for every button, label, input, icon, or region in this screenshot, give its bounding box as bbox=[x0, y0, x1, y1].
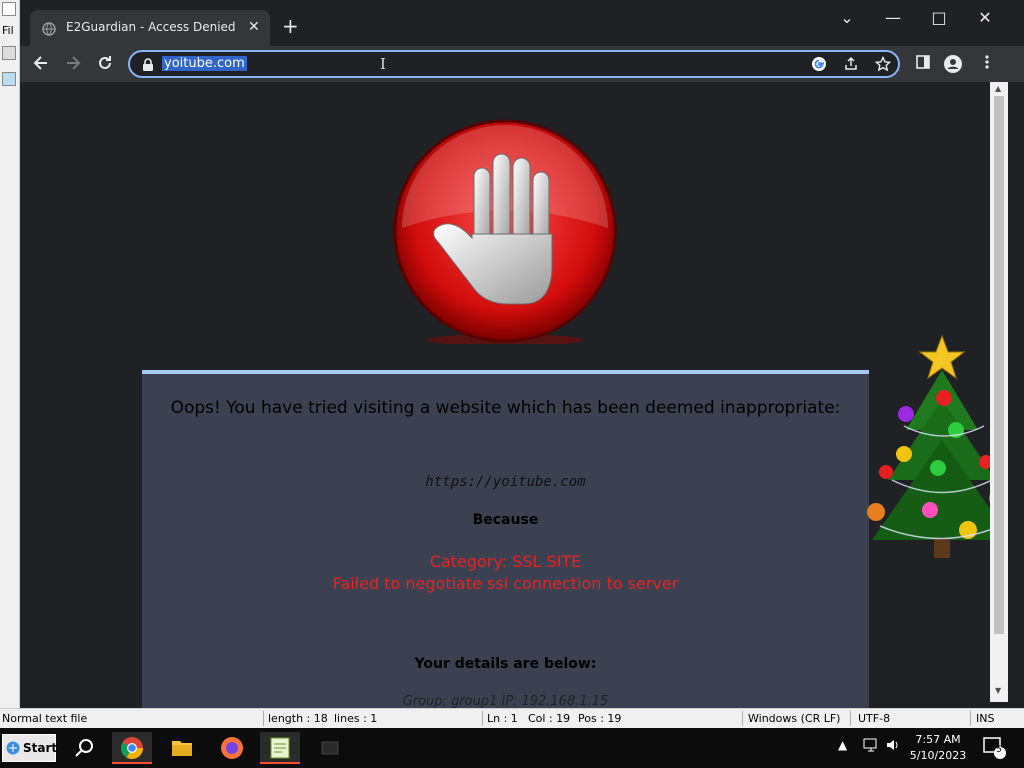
status-encoding: UTF-8 bbox=[858, 712, 891, 725]
details-line: Group: group1 IP: 192.168.1.15 bbox=[402, 694, 609, 708]
scrollbar-thumb[interactable] bbox=[994, 96, 1004, 634]
url-text[interactable]: yoitube.com bbox=[162, 56, 247, 71]
tab-active[interactable]: E2Guardian - Access Denied ✕ bbox=[30, 10, 270, 46]
browser-window: E2Guardian - Access Denied ✕ + ⌄ — □ ✕ y… bbox=[20, 0, 1024, 708]
block-reason: Failed to negotiate ssl connection to se… bbox=[332, 574, 679, 593]
notifications-icon[interactable]: 5 bbox=[982, 734, 1008, 766]
scroll-down-icon[interactable]: ▼ bbox=[995, 686, 1001, 695]
block-category: Category: SSL SITE bbox=[429, 552, 582, 571]
details-heading: Your details are below: bbox=[414, 656, 597, 672]
windows-logo-icon bbox=[6, 741, 20, 758]
tab-title: E2Guardian - Access Denied bbox=[66, 20, 236, 34]
file-menu[interactable]: Fil bbox=[2, 24, 14, 37]
forward-arrow-icon[interactable] bbox=[62, 54, 84, 76]
toolbar-icon[interactable] bbox=[2, 46, 16, 60]
tab-search-icon[interactable]: ⌄ bbox=[836, 8, 858, 30]
side-panel-icon[interactable] bbox=[912, 54, 934, 76]
star-icon[interactable] bbox=[874, 55, 892, 74]
file-explorer-icon[interactable] bbox=[162, 732, 202, 764]
notification-count: 5 bbox=[996, 745, 1002, 755]
minimize-button[interactable]: — bbox=[882, 8, 904, 30]
share-icon[interactable] bbox=[842, 56, 860, 74]
app-icon[interactable] bbox=[310, 732, 350, 764]
maximize-button[interactable]: □ bbox=[928, 8, 950, 30]
status-ln: Ln : 1 bbox=[487, 712, 518, 725]
notepad-plus-plus-icon[interactable] bbox=[260, 732, 300, 764]
clock-date: 5/10/2023 bbox=[909, 749, 967, 762]
reload-icon[interactable] bbox=[94, 54, 116, 76]
start-label: Start bbox=[23, 741, 58, 755]
status-eol: Windows (CR LF) bbox=[748, 712, 841, 725]
tab-close-icon[interactable]: ✕ bbox=[248, 19, 260, 35]
back-arrow-icon[interactable] bbox=[30, 54, 52, 76]
lock-icon[interactable] bbox=[142, 57, 154, 76]
show-hidden-icons-icon[interactable]: ▲ bbox=[838, 738, 847, 752]
scroll-up-icon[interactable]: ▲ bbox=[995, 84, 1001, 93]
close-window-button[interactable]: ✕ bbox=[974, 8, 996, 30]
clock-time: 7:57 AM bbox=[915, 733, 961, 746]
profile-icon[interactable] bbox=[942, 54, 964, 76]
google-icon[interactable] bbox=[810, 56, 828, 74]
because-label: Because bbox=[472, 512, 539, 528]
network-icon[interactable] bbox=[862, 736, 880, 758]
status-file-type: Normal text file bbox=[2, 712, 88, 725]
block-message-panel: Oops! You have tried visiting a website … bbox=[142, 370, 869, 708]
window-edge bbox=[1008, 82, 1024, 708]
firefox-icon[interactable] bbox=[212, 732, 252, 764]
edit-icon[interactable] bbox=[2, 72, 16, 86]
text-cursor-icon: I bbox=[380, 55, 386, 73]
stop-hand-icon bbox=[392, 118, 618, 346]
volume-icon[interactable] bbox=[884, 736, 902, 758]
notepad-icon bbox=[2, 2, 16, 16]
status-bar: Normal text file length : 18 lines : 1 L… bbox=[0, 708, 1024, 728]
blocked-url: https://yoitube.com bbox=[425, 474, 586, 490]
page-scrollbar[interactable]: ▲ ▼ bbox=[990, 82, 1008, 702]
page-content: Oops! You have tried visiting a website … bbox=[20, 82, 990, 708]
clock[interactable]: 7:57 AM 5/10/2023 bbox=[908, 732, 968, 764]
status-length: length : 18 bbox=[268, 712, 328, 725]
menu-dots-icon[interactable] bbox=[976, 54, 998, 76]
tab-bar: E2Guardian - Access Denied ✕ + ⌄ — □ ✕ bbox=[20, 0, 1024, 46]
start-button[interactable]: Start bbox=[2, 734, 58, 762]
address-bar[interactable]: yoitube.com I bbox=[128, 50, 900, 78]
status-lines: lines : 1 bbox=[334, 712, 378, 725]
globe-icon bbox=[42, 21, 56, 40]
status-pos: Pos : 19 bbox=[578, 712, 622, 725]
block-heading: Oops! You have tried visiting a website … bbox=[170, 398, 841, 418]
new-tab-button[interactable]: + bbox=[282, 16, 299, 36]
search-icon[interactable] bbox=[64, 732, 104, 764]
chrome-icon[interactable] bbox=[112, 732, 152, 764]
browser-toolbar: yoitube.com I bbox=[20, 46, 1024, 82]
background-app-window: Fil bbox=[0, 0, 20, 708]
christmas-tree-icon bbox=[852, 330, 990, 570]
status-mode: INS bbox=[976, 712, 995, 725]
status-col: Col : 19 bbox=[528, 712, 571, 725]
taskbar: Start ▲ 7:57 AM 5/10/2023 5 bbox=[0, 728, 1024, 768]
